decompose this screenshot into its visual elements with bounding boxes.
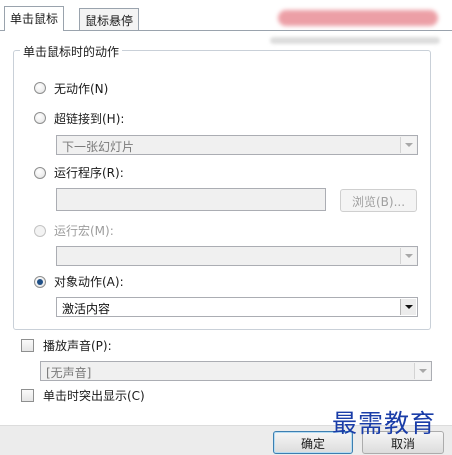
object-action-select[interactable]: 激活内容 bbox=[56, 297, 418, 317]
run-program-label: 运行程序(R): bbox=[54, 166, 124, 180]
no-action-radio[interactable] bbox=[34, 82, 46, 94]
object-action-radio[interactable] bbox=[34, 276, 46, 288]
chevron-down-icon[interactable] bbox=[400, 137, 416, 153]
tab-mouse-click[interactable]: 单击鼠标 bbox=[4, 6, 65, 31]
tab-divider bbox=[0, 30, 452, 31]
chevron-down-icon[interactable] bbox=[414, 363, 430, 379]
play-sound-checkbox[interactable] bbox=[21, 339, 34, 352]
no-action-label: 无动作(N) bbox=[54, 82, 109, 96]
browse-button[interactable]: 浏览(B)... bbox=[340, 189, 417, 212]
highlight-click-checkbox[interactable] bbox=[21, 389, 34, 402]
ok-label: 确定 bbox=[300, 437, 325, 451]
run-macro-radio[interactable] bbox=[34, 225, 46, 237]
play-sound-value: [无声音] bbox=[46, 366, 92, 380]
hyperlink-value: 下一张幻灯片 bbox=[62, 140, 135, 154]
chevron-down-icon[interactable] bbox=[400, 248, 416, 264]
blurred-watermark-line bbox=[270, 37, 440, 44]
watermark-logo: 最需教育 bbox=[332, 409, 437, 438]
blurred-watermark bbox=[278, 10, 438, 26]
run-program-radio[interactable] bbox=[34, 167, 46, 179]
run-program-input[interactable] bbox=[56, 188, 326, 211]
object-action-label: 对象动作(A): bbox=[54, 275, 124, 289]
browse-label: 浏览(B)... bbox=[351, 195, 406, 209]
chevron-down-icon[interactable] bbox=[400, 299, 416, 315]
tab-label: 单击鼠标 bbox=[10, 12, 59, 26]
tab-label: 鼠标悬停 bbox=[85, 14, 134, 28]
hyperlink-select[interactable]: 下一张幻灯片 bbox=[56, 135, 418, 155]
hyperlink-radio[interactable] bbox=[34, 112, 46, 124]
run-macro-select[interactable] bbox=[56, 246, 418, 266]
run-macro-label: 运行宏(M): bbox=[54, 224, 114, 238]
play-sound-label: 播放声音(P): bbox=[43, 339, 112, 353]
group-legend: 单击鼠标时的动作 bbox=[20, 43, 123, 60]
tab-mouse-over[interactable]: 鼠标悬停 bbox=[79, 8, 140, 30]
play-sound-select[interactable]: [无声音] bbox=[40, 361, 432, 381]
highlight-click-label: 单击时突出显示(C) bbox=[43, 389, 145, 403]
hyperlink-label: 超链接到(H): bbox=[54, 112, 125, 126]
object-action-value: 激活内容 bbox=[62, 302, 111, 316]
